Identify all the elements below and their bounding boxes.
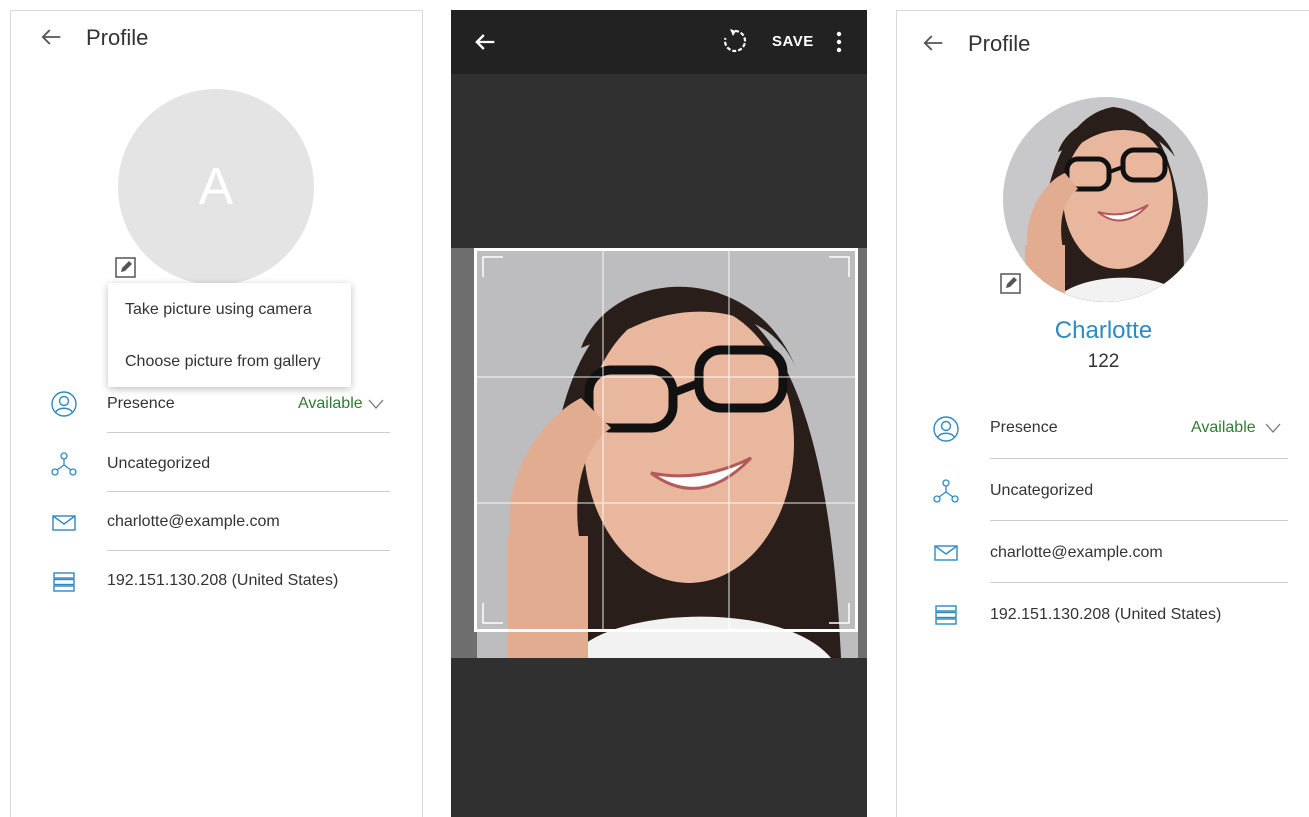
page-title: Profile	[86, 25, 149, 50]
profile-app-bar: Profile	[897, 11, 1309, 69]
edit-pencil-icon[interactable]	[999, 271, 1023, 295]
menu-item-gallery[interactable]: Choose picture from gallery	[125, 353, 321, 371]
email-value: charlotte@example.com	[107, 513, 280, 530]
divider	[107, 432, 390, 433]
presence-status[interactable]: Available	[1191, 419, 1256, 437]
crop-editor-screen: SAVE	[451, 10, 867, 817]
avatar-placeholder[interactable]: A	[118, 89, 314, 285]
save-button[interactable]: SAVE	[772, 33, 814, 50]
page-title: Profile	[968, 31, 1031, 56]
divider	[990, 458, 1288, 459]
back-arrow-icon[interactable]	[471, 28, 499, 56]
back-arrow-icon[interactable]	[37, 23, 65, 51]
menu-item-camera[interactable]: Take picture using camera	[125, 301, 312, 319]
crop-frame[interactable]	[474, 248, 858, 632]
contact-name: Charlotte	[1054, 317, 1153, 344]
back-arrow-icon[interactable]	[919, 29, 947, 57]
server-ip-icon	[935, 605, 957, 625]
avatar-initial: A	[198, 158, 234, 216]
divider	[107, 550, 390, 551]
email-envelope-icon	[52, 515, 76, 531]
profile-screen-menu: Profile A Take picture using camera Choo…	[10, 10, 423, 817]
chevron-down-icon[interactable]	[1265, 422, 1281, 434]
presence-person-icon	[51, 391, 77, 417]
crop-canvas[interactable]	[451, 248, 867, 658]
divider	[990, 520, 1288, 521]
rotate-icon[interactable]	[721, 27, 749, 55]
presence-label: Presence	[107, 395, 175, 412]
presence-label: Presence	[990, 419, 1058, 436]
avatar-photo[interactable]	[1003, 97, 1208, 302]
edit-pencil-icon[interactable]	[114, 255, 138, 279]
editor-toolbar: SAVE	[451, 10, 867, 74]
category-value: Uncategorized	[990, 482, 1094, 499]
email-envelope-icon	[934, 545, 958, 561]
contact-extension: 122	[1087, 351, 1120, 372]
divider	[107, 491, 390, 492]
ip-value: 192.151.130.208 (United States)	[990, 606, 1222, 623]
chevron-down-icon[interactable]	[368, 398, 384, 410]
category-nodes-icon	[933, 479, 959, 503]
profile-app-bar: Profile	[11, 11, 422, 69]
presence-person-icon	[933, 416, 959, 442]
ip-value: 192.151.130.208 (United States)	[107, 572, 339, 589]
server-ip-icon	[53, 572, 75, 592]
email-value: charlotte@example.com	[990, 544, 1163, 561]
divider	[990, 582, 1288, 583]
crop-grid	[477, 251, 855, 629]
photo-source-menu: Take picture using camera Choose picture…	[108, 283, 351, 387]
more-vertical-icon[interactable]	[835, 31, 843, 53]
category-value: Uncategorized	[107, 455, 211, 472]
category-nodes-icon	[51, 452, 77, 476]
profile-screen-photo: Profile Charlotte 122 Presence Available	[896, 10, 1309, 817]
presence-status[interactable]: Available	[298, 395, 363, 413]
